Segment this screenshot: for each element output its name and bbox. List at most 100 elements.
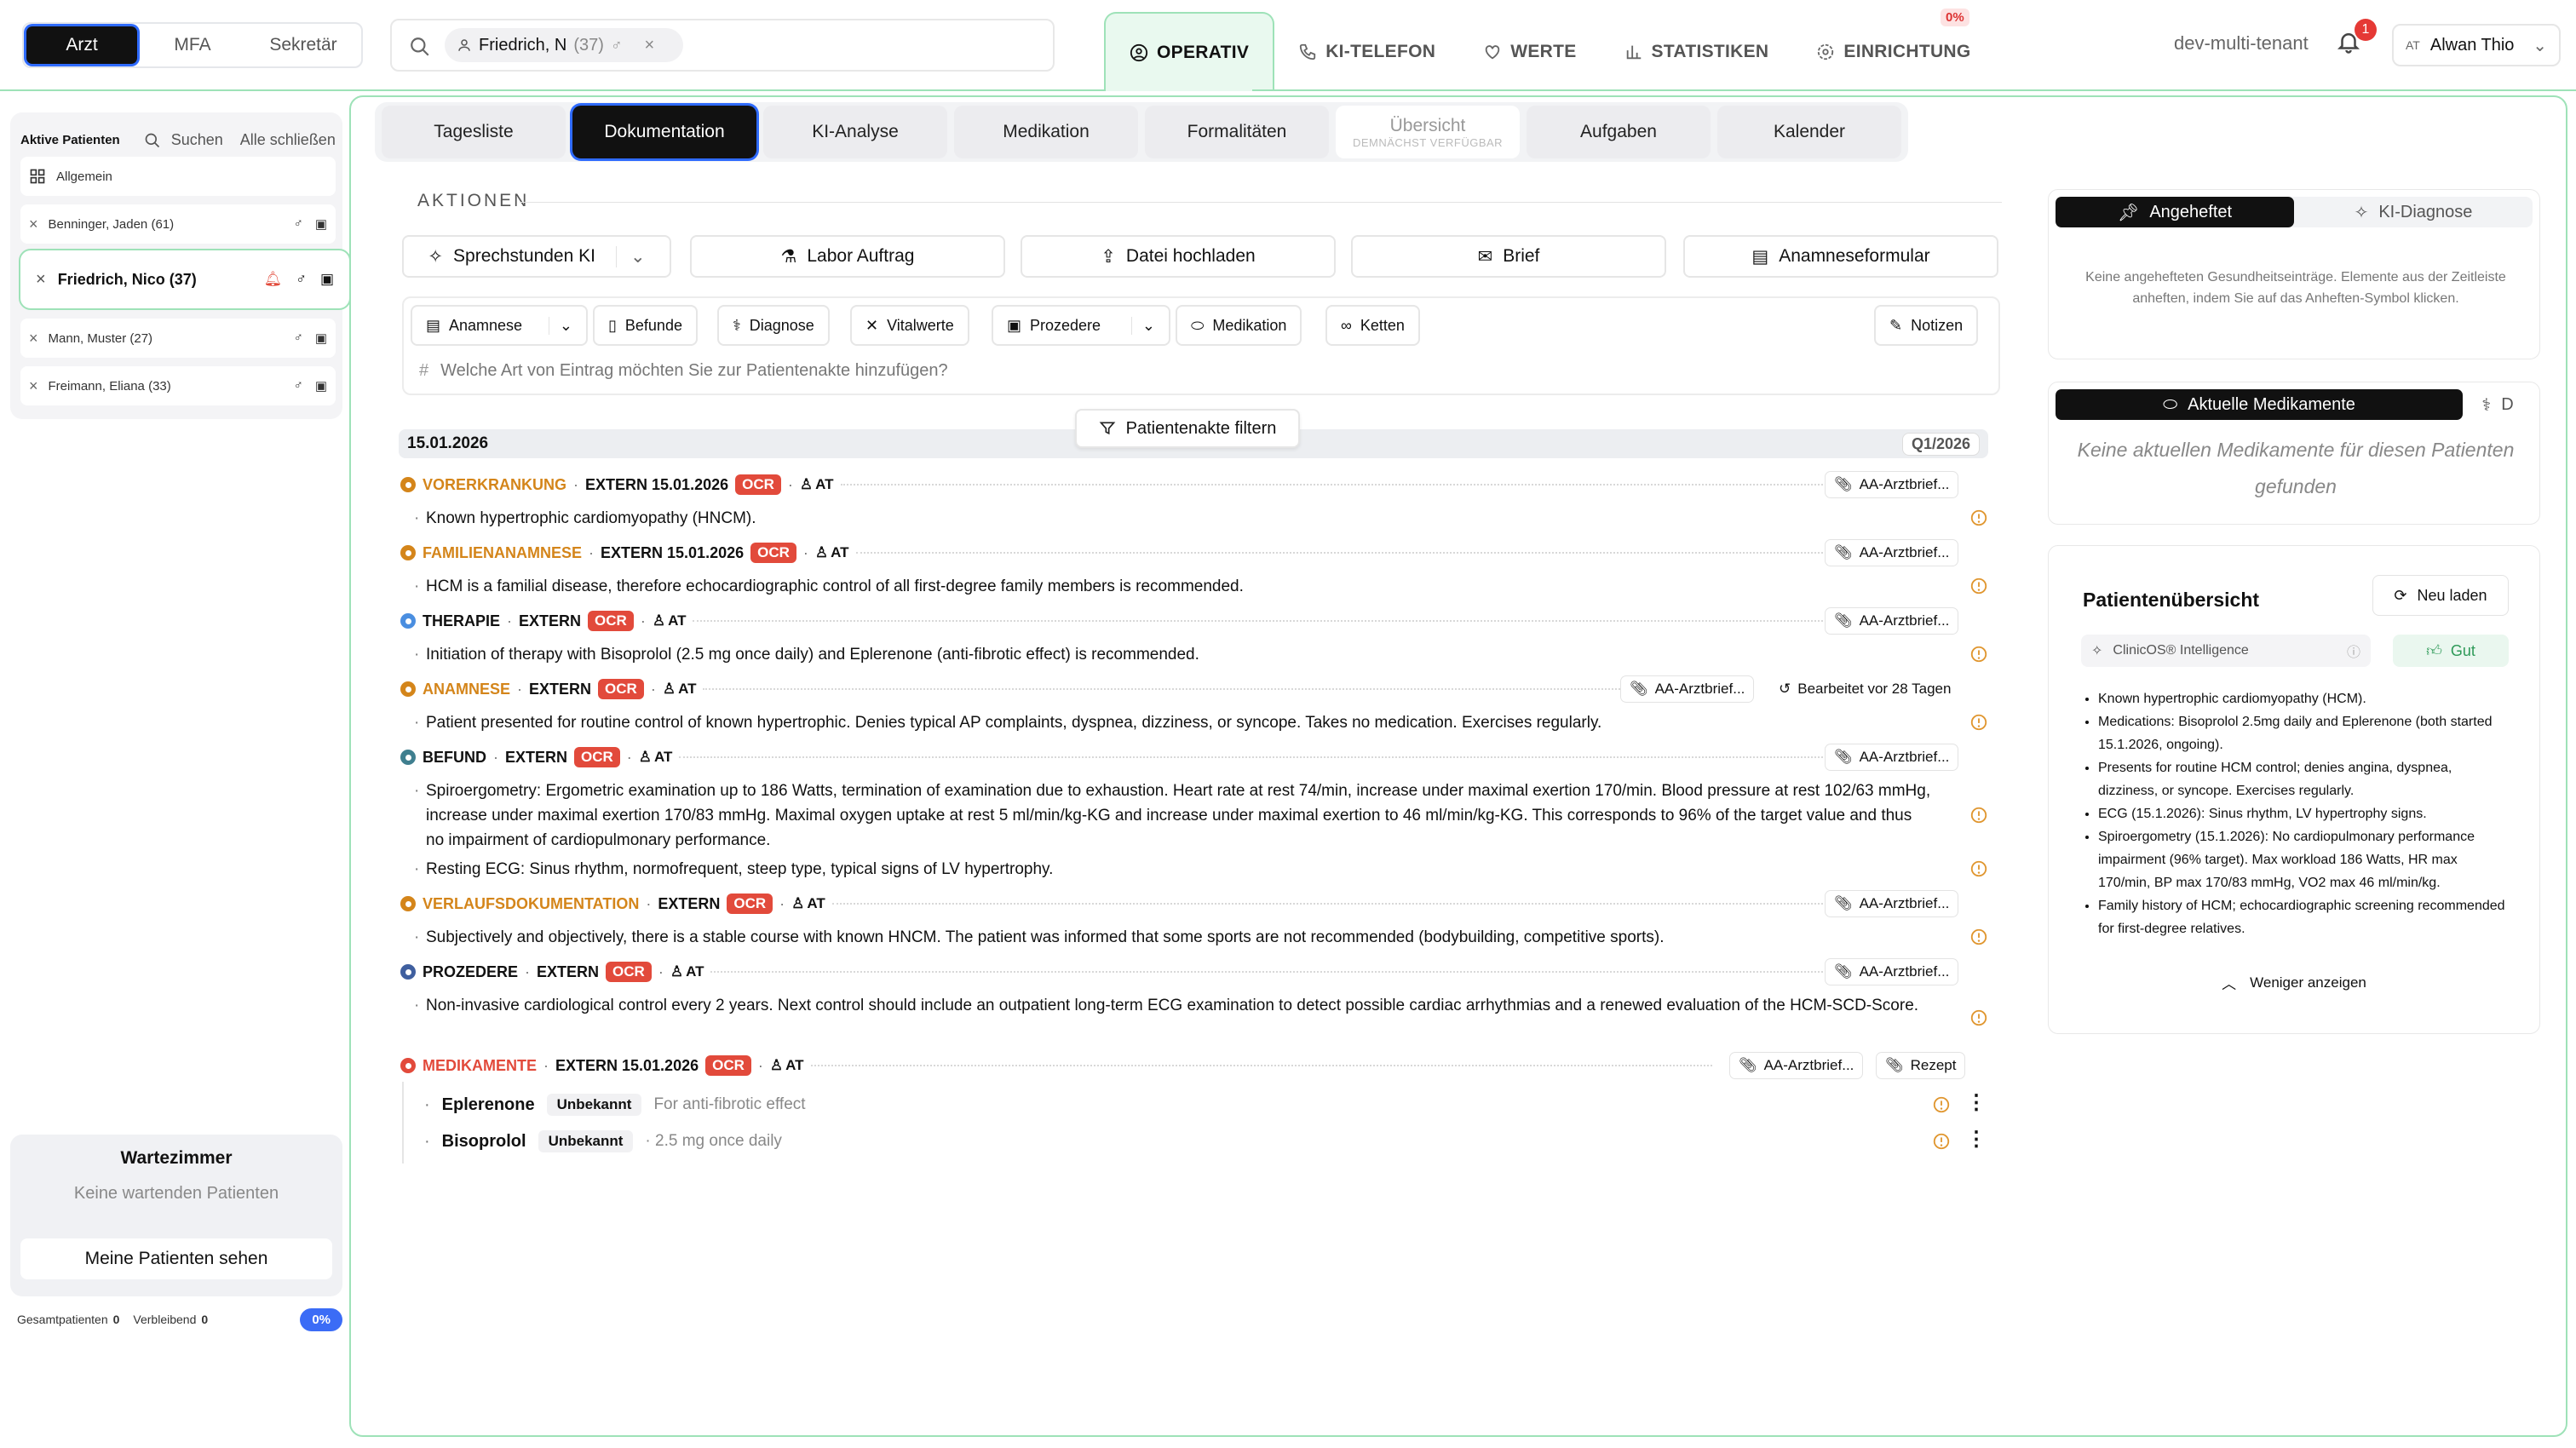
info-icon[interactable] — [1969, 645, 1988, 664]
search-icon[interactable] — [144, 132, 161, 149]
sidebar-patient-friedrich-active[interactable]: × Friedrich, Nico (37) 🔔︎ ♂ ▣ — [19, 249, 351, 310]
my-patients-button[interactable]: Meine Patienten sehen — [20, 1238, 332, 1279]
role-sekretaer[interactable]: Sekretär — [248, 26, 359, 64]
close-icon[interactable]: × — [29, 377, 38, 395]
close-icon[interactable]: × — [29, 215, 38, 233]
info-icon[interactable] — [1969, 1008, 1988, 1027]
sidebar-patient-freimann[interactable]: × Freimann, Eliana (33) ♂ ▣ — [20, 366, 336, 405]
rezept-button[interactable]: 📎︎ Rezept — [1876, 1052, 1966, 1079]
role-mfa[interactable]: MFA — [137, 26, 248, 64]
tab-formalitaeten[interactable]: Formalitäten — [1145, 106, 1329, 158]
tab-statistiken[interactable]: STATISTIKEN — [1601, 12, 1793, 91]
anamnese-button[interactable]: ▤ Anamnese ⌄ — [411, 305, 588, 346]
user-menu[interactable]: AT Alwan Thio ⌄ — [2392, 24, 2561, 66]
chevron-down-icon[interactable]: ⌄ — [1130, 316, 1155, 335]
entry-text[interactable]: Subjectively and objectively, there is a… — [414, 925, 1925, 950]
more-icon[interactable]: ⋮ — [1966, 1090, 1987, 1115]
medication-row[interactable]: · Eplerenone Unbekannt For anti-fibrotic… — [424, 1089, 806, 1120]
entry-source: EXTERN — [519, 612, 582, 629]
close-icon[interactable]: × — [36, 270, 46, 290]
chevron-down-icon[interactable]: ⌄ — [615, 245, 646, 267]
grid-icon — [30, 169, 45, 184]
info-icon[interactable] — [1969, 928, 1988, 946]
info-icon[interactable] — [1932, 1132, 1951, 1151]
sidebar-patient-mann[interactable]: × Mann, Muster (27) ♂ ▣ — [20, 319, 336, 358]
close-icon[interactable]: × — [644, 36, 654, 55]
chevron-down-icon[interactable]: ⌄ — [548, 316, 572, 335]
tab-ki-analyse[interactable]: KI-Analyse — [763, 106, 947, 158]
role-arzt[interactable]: Arzt — [26, 26, 137, 64]
patient-search[interactable]: Friedrich, N (37) ♂ × — [390, 19, 1055, 72]
attachment-button[interactable]: 📎︎ AA-Arztbrief... — [1825, 890, 1959, 917]
attachment-button[interactable]: 📎︎ AA-Arztbrief... — [1620, 675, 1755, 703]
info-icon[interactable] — [1969, 859, 1988, 878]
tab-label: Medikation — [1003, 122, 1090, 141]
show-less-button[interactable]: ︿ Weniger anzeigen — [2049, 972, 2539, 993]
search-button[interactable]: Suchen — [171, 131, 223, 149]
info-icon[interactable] — [1969, 806, 1988, 825]
entry-text[interactable]: HCM is a familial disease, therefore ech… — [414, 574, 1925, 599]
datei-hochladen-button[interactable]: ⇪ Datei hochladen — [1021, 235, 1336, 278]
entry-text[interactable]: Initiation of therapy with Bisoprolol (2… — [414, 642, 1925, 667]
tab-angeheftet[interactable]: 📌︎ Angeheftet — [2056, 197, 2294, 227]
tenant-label: dev-multi-tenant — [2174, 32, 2309, 54]
entry-input[interactable]: # Welche Art von Eintrag möchten Sie zur… — [419, 361, 948, 381]
tab-medikation[interactable]: Medikation — [954, 106, 1138, 158]
info-icon[interactable] — [1969, 713, 1988, 732]
more-icon[interactable]: ⋮ — [1966, 1127, 1987, 1152]
help-icon[interactable]: ⓘ — [2347, 641, 2360, 661]
vitalwerte-button[interactable]: ✕ Vitalwerte — [850, 305, 969, 346]
clipboard-icon[interactable]: ▣ — [315, 216, 327, 232]
divider — [810, 1065, 1712, 1066]
entry-text[interactable]: Resting ECG: Sinus rhythm, normofrequent… — [414, 857, 1925, 882]
tab-ki-diagnose[interactable]: ✧ KI-Diagnose — [2294, 197, 2533, 227]
tab-operativ[interactable]: OPERATIV — [1104, 12, 1275, 91]
tab-kalender[interactable]: Kalender — [1717, 106, 1901, 158]
tab-dokumentation[interactable]: Dokumentation — [572, 106, 756, 158]
entry-text[interactable]: Non-invasive cardiological control every… — [414, 993, 1934, 1018]
stethoscope-icon: ⚕ — [733, 316, 741, 334]
close-all-button[interactable]: Alle schließen — [240, 131, 336, 149]
sprechstunden-ki-button[interactable]: ✧ Sprechstunden KI ⌄ — [402, 235, 671, 278]
medication-row[interactable]: · Bisoprolol Unbekannt · 2.5 mg once dai… — [424, 1126, 782, 1157]
attachment-button[interactable]: 📎︎ AA-Arztbrief... — [1729, 1052, 1864, 1079]
diagnose-button[interactable]: ⚕ Diagnose — [717, 305, 830, 346]
tab-aufgaben[interactable]: Aufgaben — [1527, 106, 1711, 158]
attachment-button[interactable]: 📎︎ AA-Arztbrief... — [1825, 539, 1959, 566]
labor-auftrag-button[interactable]: ⚗ Labor Auftrag — [690, 235, 1005, 278]
prozedere-button[interactable]: ▣ Prozedere ⌄ — [992, 305, 1170, 346]
info-icon[interactable] — [1969, 509, 1988, 527]
bell-icon[interactable]: 🔔︎ — [264, 271, 283, 288]
attachment-button[interactable]: 📎︎ AA-Arztbrief... — [1825, 471, 1959, 498]
anamneseformular-button[interactable]: ▤ Anamneseformular — [1683, 235, 1998, 278]
sidebar-patient-benninger[interactable]: × Benninger, Jaden (61) ♂ ▣ — [20, 204, 336, 244]
clipboard-icon[interactable]: ▣ — [320, 271, 334, 288]
ketten-button[interactable]: ∞ Ketten — [1325, 305, 1420, 346]
attachment-button[interactable]: 📎︎ AA-Arztbrief... — [1825, 958, 1959, 985]
author-initials: AT — [785, 1057, 804, 1073]
brief-button[interactable]: ✉ Brief — [1351, 235, 1666, 278]
tab-tagesliste[interactable]: Tagesliste — [382, 106, 566, 158]
info-icon[interactable] — [1932, 1095, 1951, 1114]
medikation-button[interactable]: ⬭ Medikation — [1176, 305, 1302, 346]
reload-button[interactable]: ⟳ Neu laden — [2372, 575, 2509, 616]
tab-d[interactable]: ⚕ D — [2463, 389, 2533, 420]
selected-patient-chip[interactable]: Friedrich, N (37) ♂ × — [445, 28, 683, 62]
info-icon[interactable] — [1969, 577, 1988, 595]
notizen-button[interactable]: ✎ Notizen — [1874, 305, 1979, 346]
attachment-button[interactable]: 📎︎ AA-Arztbrief... — [1825, 744, 1959, 771]
tab-aktuelle-medikamente[interactable]: ⬭ Aktuelle Medikamente — [2056, 389, 2463, 420]
tab-ki-telefon[interactable]: KI-TELEFON — [1274, 12, 1459, 91]
attachment-button[interactable]: 📎︎ AA-Arztbrief... — [1825, 607, 1959, 635]
clipboard-icon[interactable]: ▣ — [315, 378, 327, 394]
tab-werte[interactable]: WERTE — [1459, 12, 1600, 91]
entry-text[interactable]: Patient presented for routine control of… — [414, 710, 1925, 735]
entry-text[interactable]: Known hypertrophic cardiomyopathy (HNCM)… — [414, 506, 1925, 531]
sidebar-item-allgemein[interactable]: Allgemein — [20, 157, 336, 196]
filter-record-button[interactable]: Patientenakte filtern — [1075, 409, 1300, 448]
befunde-button[interactable]: ▯ Befunde — [593, 305, 698, 346]
clipboard-icon[interactable]: ▣ — [315, 330, 327, 346]
rating-button[interactable]: 👍︎ Gut — [2393, 635, 2509, 667]
entry-text[interactable]: Spiroergometry: Ergometric examination u… — [414, 779, 1934, 853]
close-icon[interactable]: × — [29, 330, 38, 348]
